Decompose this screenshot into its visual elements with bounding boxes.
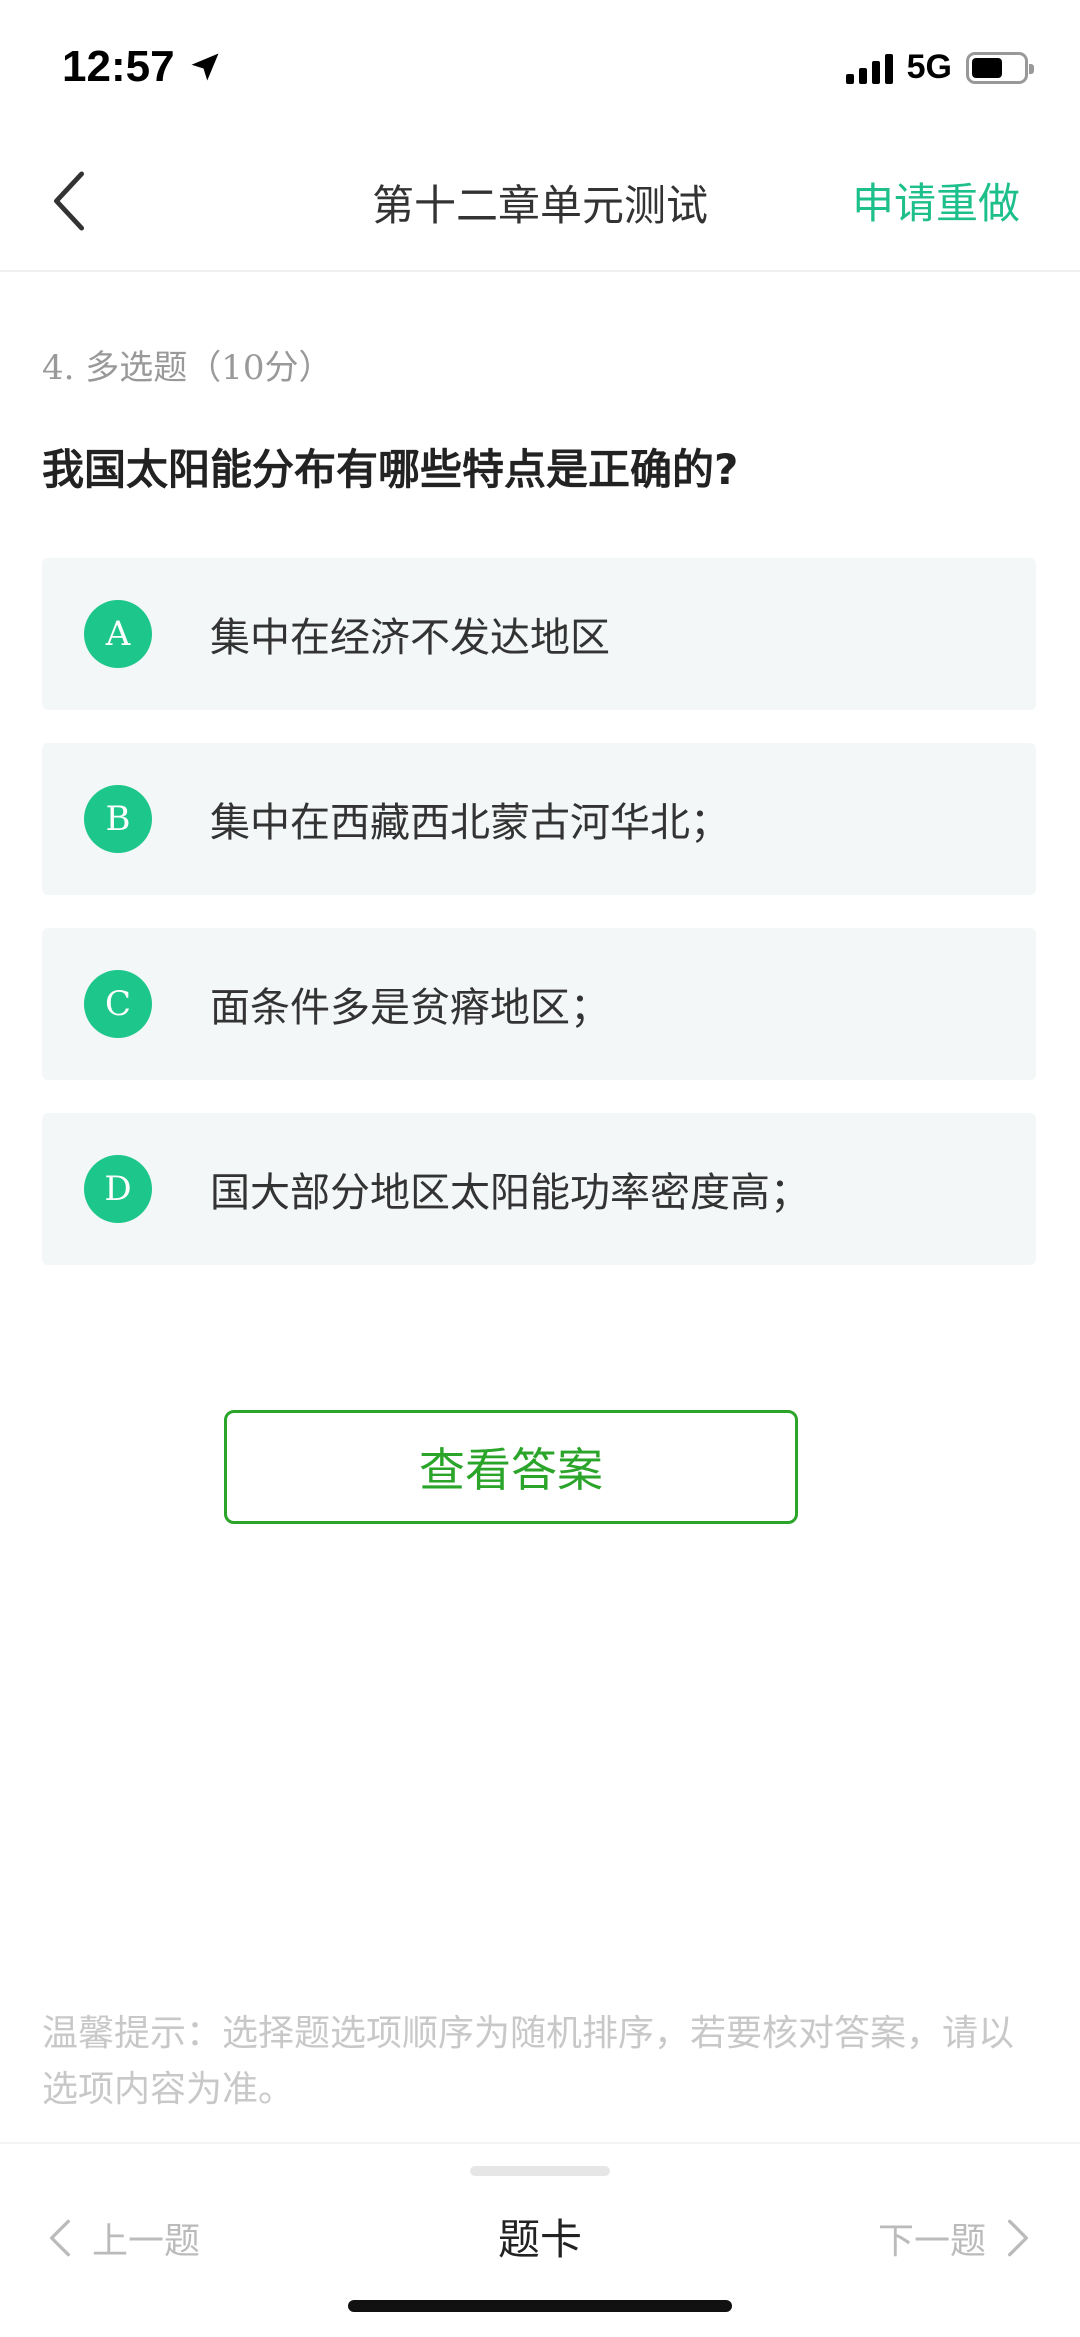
question-text: 我国太阳能分布有哪些特点是正确的?: [42, 445, 739, 494]
nav-bar: 第十二章单元测试 申请重做: [0, 130, 1080, 272]
cellular-signal-icon: [845, 52, 893, 84]
time-text: 12:57: [62, 42, 175, 91]
status-time: 12:57: [62, 42, 223, 92]
option-badge: C: [84, 970, 152, 1038]
option-badge: B: [84, 785, 152, 853]
option-text: 集中在经济不发达地区: [210, 615, 610, 661]
option-a[interactable]: A 集中在经济不发达地区: [42, 558, 1036, 710]
network-type: 5G: [906, 48, 952, 86]
option-c[interactable]: C 面条件多是贫瘠地区；: [42, 928, 1036, 1080]
home-indicator: [348, 2300, 732, 2312]
question-card-button[interactable]: 题卡: [440, 2206, 640, 2267]
location-arrow-icon: [191, 53, 219, 81]
next-label: 下一题: [877, 2221, 986, 2262]
view-answer-button[interactable]: 查看答案: [224, 1410, 798, 1524]
option-badge: A: [84, 600, 152, 668]
question-meta: 4. 多选题（10分）: [42, 348, 333, 388]
battery-icon: [966, 51, 1034, 84]
next-question-button[interactable]: 下一题: [878, 2212, 1030, 2264]
chevron-right-icon: [1008, 2219, 1029, 2257]
prev-label: 上一题: [92, 2221, 201, 2262]
option-b[interactable]: B 集中在西藏西北蒙古河华北；: [42, 743, 1036, 895]
option-d[interactable]: D 国大部分地区太阳能功率密度高；: [42, 1113, 1036, 1265]
chevron-left-icon: [50, 2219, 71, 2257]
option-text: 面条件多是贫瘠地区；: [210, 985, 610, 1031]
option-badge: D: [84, 1155, 152, 1223]
option-text: 集中在西藏西北蒙古河华北；: [210, 800, 730, 846]
option-text: 国大部分地区太阳能功率密度高；: [210, 1170, 810, 1216]
tip-text: 温馨提示：选择题选项顺序为随机排序，若要核对答案，请以选项内容为准。: [42, 2013, 1015, 2110]
prev-question-button[interactable]: 上一题: [48, 2212, 200, 2264]
drag-handle[interactable]: [470, 2166, 610, 2176]
status-indicators: 5G: [845, 48, 1034, 87]
status-bar: 12:57 5G: [0, 0, 1080, 130]
request-redo-button[interactable]: 申请重做: [852, 170, 1020, 231]
